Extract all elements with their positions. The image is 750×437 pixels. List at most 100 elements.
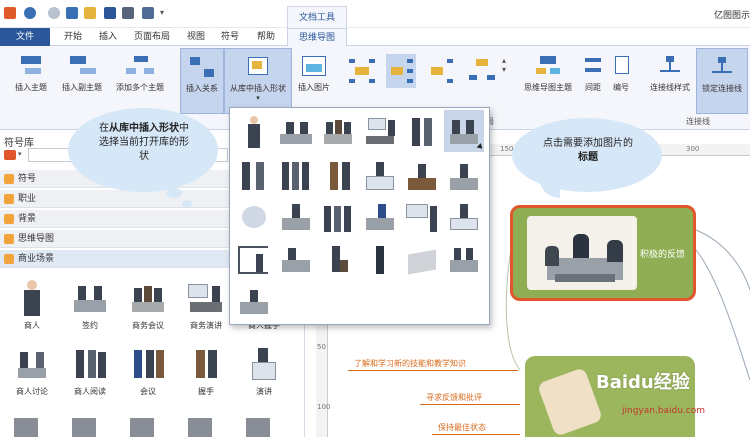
popup-shape-handshake[interactable] <box>404 114 440 150</box>
popup-shape-signing[interactable] <box>278 114 314 150</box>
folder-icon <box>4 174 14 184</box>
mouse-cursor-icon <box>476 143 485 151</box>
shape-label: 商务会议 <box>132 321 164 330</box>
shape-label: 商人 <box>24 321 40 330</box>
branch-line <box>348 370 518 371</box>
library-title: 符号库 <box>4 138 34 149</box>
folder-icon <box>4 234 14 244</box>
tab-file[interactable]: 文件 <box>0 28 50 46</box>
open-folder-icon[interactable] <box>84 7 96 19</box>
insert-relation-button[interactable]: 插入关系 <box>180 48 224 114</box>
shape-business-reading[interactable]: 商人阅读 <box>62 346 118 397</box>
shape-label: 握手 <box>198 387 214 396</box>
branch-label[interactable]: 保持最佳状态 <box>438 422 486 433</box>
meeting-image <box>527 216 637 290</box>
branch-label[interactable]: 寻求反馈和批评 <box>426 392 482 403</box>
popup-shape-reading[interactable] <box>278 158 314 194</box>
print-icon[interactable] <box>122 7 134 19</box>
popup-shape-globe[interactable] <box>236 200 272 236</box>
export-icon[interactable] <box>142 7 154 19</box>
folder-icon <box>4 214 14 224</box>
insert-subtopic-button[interactable]: 插入副主题 <box>56 54 108 93</box>
add-multiple-topics-label: 添加多个主题 <box>116 83 164 92</box>
tab-mindmap[interactable]: 思维导图 <box>287 28 347 46</box>
category-mindmap[interactable]: 思维导图 <box>0 230 230 248</box>
popup-shape-desk-worker[interactable] <box>236 284 272 320</box>
undo-icon[interactable] <box>24 7 36 19</box>
shape-label: 商务演讲 <box>190 321 222 330</box>
popup-shape-frame[interactable] <box>236 242 272 278</box>
main-topic-label: 积极的反馈 <box>640 250 686 260</box>
mindmap-theme-label: 思维导图主题 <box>524 83 572 92</box>
library-menu-icon[interactable] <box>4 150 16 160</box>
category-label: 背景 <box>18 214 37 224</box>
shape-business-discussion[interactable]: 商人讨论 <box>4 346 60 397</box>
tab-page-layout[interactable]: 页面布局 <box>126 28 178 46</box>
scroll-image <box>536 367 604 437</box>
layout-radial-button[interactable] <box>346 54 376 88</box>
popup-shape-computer-desk[interactable] <box>362 200 398 236</box>
shape-businessman[interactable]: 商人 <box>4 280 60 331</box>
mindmap-theme-button[interactable]: 思维导图主题 <box>516 54 580 93</box>
ruler-mark: 50 <box>317 343 326 351</box>
popup-shape-office-pair[interactable] <box>446 242 482 278</box>
insert-relation-icon <box>188 55 216 79</box>
spacing-icon <box>583 54 603 78</box>
tab-view[interactable]: 视图 <box>180 28 212 46</box>
popup-shape-business-meeting[interactable] <box>320 114 356 150</box>
popup-shape-office-worker[interactable] <box>278 200 314 236</box>
chevron-down-icon[interactable]: ▾ <box>18 150 22 158</box>
popup-shape-meeting-table[interactable] <box>444 110 485 152</box>
popup-shape-desk[interactable] <box>362 158 398 194</box>
shape-business-meeting[interactable]: 商务会议 <box>120 280 176 331</box>
popup-shape-presentation[interactable] <box>362 114 398 150</box>
signing-figure <box>70 280 110 316</box>
popup-shape-whiteboard[interactable] <box>404 200 440 236</box>
tab-home[interactable]: 开始 <box>56 28 90 46</box>
businessman-figure <box>12 280 52 316</box>
shape-signing[interactable]: 签约 <box>62 280 118 331</box>
qat-dropdown-icon[interactable]: ▾ <box>160 8 164 17</box>
library-shape-icon <box>244 55 272 79</box>
tab-help[interactable]: 帮助 <box>248 28 284 46</box>
app-logo-icon[interactable] <box>4 7 16 19</box>
popup-shape-office-desk[interactable] <box>404 158 440 194</box>
numbering-button[interactable]: 编号 <box>608 54 634 93</box>
insert-topic-button[interactable]: 插入主题 <box>8 54 54 93</box>
category-backgrounds[interactable]: 背景 <box>0 210 230 228</box>
popup-shape-group[interactable] <box>320 200 356 236</box>
save-icon[interactable] <box>104 7 116 19</box>
category-business-scenes[interactable]: 商业场景 <box>0 250 230 268</box>
branch-label[interactable]: 了解和学习新的技能和教学知识 <box>354 358 466 369</box>
popup-shape-typing[interactable] <box>278 242 314 278</box>
popup-shape-meeting[interactable] <box>320 158 356 194</box>
popup-shape-discussion[interactable] <box>236 158 272 194</box>
shape-business-presentation[interactable]: 商务演讲 <box>178 280 234 331</box>
popup-shape-reception[interactable] <box>446 200 482 236</box>
popup-shape-businessman[interactable] <box>236 114 272 150</box>
layout-right-button[interactable] <box>386 54 416 88</box>
popup-shape-traveler[interactable] <box>320 242 356 278</box>
category-professions[interactable]: 职业 <box>0 190 230 208</box>
new-file-icon[interactable] <box>66 7 78 19</box>
shape-speech[interactable]: 演讲 <box>236 346 292 397</box>
popup-shape-woman[interactable] <box>362 242 398 278</box>
insert-from-library-button[interactable]: 从库中插入形状 ▾ <box>224 48 292 114</box>
popup-shape-cubicle[interactable] <box>404 242 440 278</box>
spacing-button[interactable]: 间距 <box>580 54 606 93</box>
layout-tree-button[interactable] <box>426 54 456 88</box>
layout-org-button[interactable] <box>466 54 496 88</box>
numbering-label: 编号 <box>613 83 629 92</box>
business-meeting-figure <box>128 280 168 316</box>
tab-symbols[interactable]: 符号 <box>214 28 246 46</box>
shape-handshake[interactable]: 握手 <box>178 346 234 397</box>
popup-shape-workstation[interactable] <box>446 158 482 194</box>
lock-connector-button[interactable]: 锁定连接线 <box>696 48 748 114</box>
insert-image-button[interactable]: 插入图片 <box>294 54 334 93</box>
layout-gallery-scroll-icon[interactable]: ▴ ▾ <box>502 56 506 74</box>
redo-icon[interactable] <box>48 7 60 19</box>
connector-style-button[interactable]: 连接线样式 <box>644 54 696 93</box>
shape-meeting[interactable]: 会议 <box>120 346 176 397</box>
tab-insert[interactable]: 插入 <box>92 28 124 46</box>
add-multiple-topics-button[interactable]: 添加多个主题 <box>108 54 172 93</box>
